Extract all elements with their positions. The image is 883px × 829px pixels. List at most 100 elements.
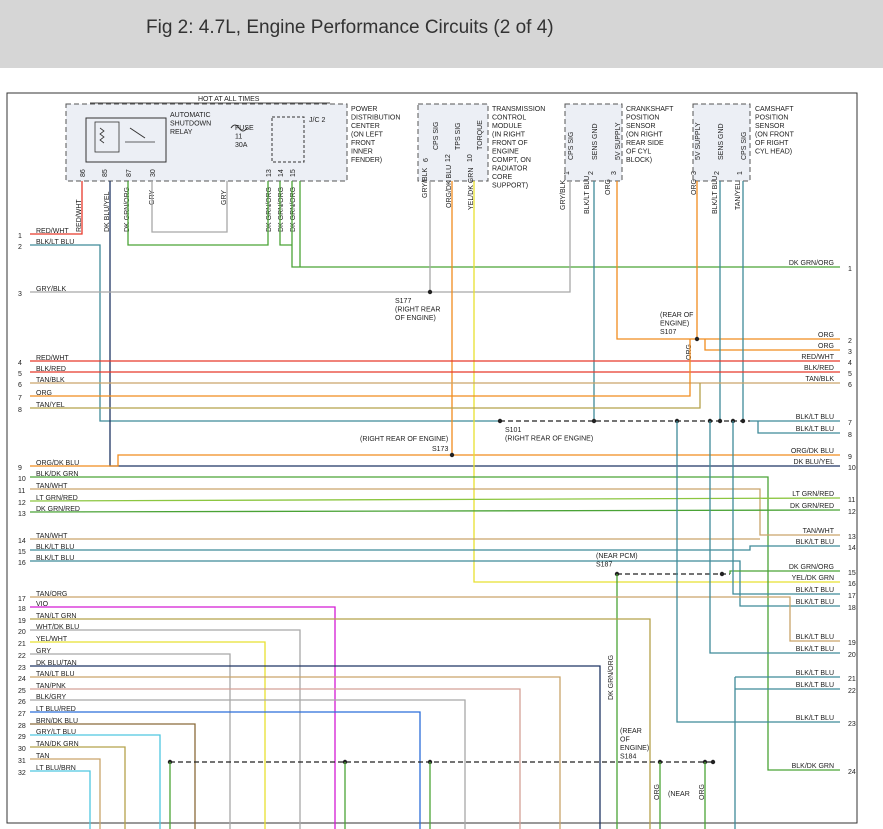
splice-s187-label: S187 bbox=[596, 562, 612, 569]
right-circuit-label-8: BLK/LT BLU bbox=[796, 426, 834, 433]
tcm-pin-name: TORQUE bbox=[477, 120, 484, 150]
fuse-label: FUSE bbox=[235, 125, 254, 132]
splice-s187-label: (NEAR PCM) bbox=[596, 553, 638, 560]
splice-s184-label: (REAR bbox=[620, 728, 642, 735]
splice-s184-label: S184 bbox=[620, 754, 636, 761]
right-circuit-number-19: 19 bbox=[848, 640, 856, 647]
left-circuit-number-12: 12 bbox=[18, 500, 26, 507]
ckp-label: (ON RIGHT bbox=[626, 132, 663, 139]
diagram-frame bbox=[6, 92, 858, 824]
right-circuit-label-23: BLK/LT BLU bbox=[796, 715, 834, 722]
ckp-pin-name: 5V SUPPLY bbox=[615, 122, 622, 160]
wire-dkgrn-org-r15 bbox=[729, 570, 840, 574]
asd-relay-label: RELAY bbox=[170, 129, 193, 136]
right-circuit-label-9: ORG/DK BLU bbox=[791, 448, 834, 455]
vertical-wire-label: DK GRN/ORG bbox=[266, 187, 273, 232]
splice-s101-dot bbox=[591, 418, 597, 424]
wire-gry-30 bbox=[151, 181, 228, 233]
tcm-label: ENGINE bbox=[492, 149, 519, 156]
vertical-wire-label: DK GRN/ORG bbox=[290, 187, 297, 232]
right-circuit-number-17: 17 bbox=[848, 593, 856, 600]
right-circuit-number-18: 18 bbox=[848, 605, 856, 612]
left-circuit-number-1: 1 bbox=[18, 233, 22, 240]
left-circuit-number-30: 30 bbox=[18, 746, 26, 753]
left-circuit-number-8: 8 bbox=[18, 407, 22, 414]
vertical-wire-label: GRY/BLK bbox=[560, 179, 567, 210]
title-bar: Fig 2: 4.7L, Engine Performance Circuits… bbox=[0, 0, 883, 68]
left-circuit-number-6: 6 bbox=[18, 382, 22, 389]
cmp-label: (ON FRONT bbox=[755, 132, 795, 139]
left-circuit-number-23: 23 bbox=[18, 665, 26, 672]
ckp-label: BLOCK) bbox=[626, 157, 652, 164]
left-circuit-number-3: 3 bbox=[18, 291, 22, 298]
right-circuit-number-24: 24 bbox=[848, 769, 856, 776]
vertical-wire-label: DK GRN/ORG bbox=[608, 655, 615, 700]
tcm-pin-name: CPS SIG bbox=[433, 122, 440, 150]
cmp-pin-3: 3 bbox=[691, 171, 698, 175]
wire-ltgrn-red-12 bbox=[29, 497, 841, 502]
jc2-label: J/C 2 bbox=[309, 117, 325, 124]
cmp-pin-2: 2 bbox=[714, 171, 721, 175]
left-circuit-number-2: 2 bbox=[18, 244, 22, 251]
near-label: (NEAR bbox=[668, 791, 690, 798]
hot-at-all-times-label: HOT AT ALL TIMES bbox=[198, 96, 260, 103]
right-circuit-label-6: TAN/BLK bbox=[805, 376, 834, 383]
right-circuit-label-17: BLK/LT BLU bbox=[796, 587, 834, 594]
wire-blk-ltblu-16 bbox=[30, 560, 840, 607]
asd-relay-label: AUTOMATIC bbox=[170, 112, 211, 119]
cmp-pin-1: 1 bbox=[737, 171, 744, 175]
cmp-label: POSITION bbox=[755, 115, 788, 122]
wire-gry-ltblu-29 bbox=[30, 734, 161, 829]
pdc-label: POWER bbox=[351, 106, 377, 113]
tcm-pin-6: 6 bbox=[423, 158, 430, 162]
right-circuit-number-6: 6 bbox=[848, 382, 852, 389]
left-circuit-number-17: 17 bbox=[18, 596, 26, 603]
pdc-label: CENTER bbox=[351, 123, 380, 130]
wire-blk-dkgrn-10 bbox=[30, 476, 840, 771]
pdc-pin-15: 15 bbox=[290, 169, 297, 177]
tcm-label: FRONT OF bbox=[492, 140, 528, 147]
ckp-label: SENSOR bbox=[626, 123, 656, 130]
right-circuit-number-11: 11 bbox=[848, 497, 855, 504]
right-circuit-label-2: ORG bbox=[818, 332, 834, 339]
vertical-wire-label: DK GRN/ORG bbox=[278, 187, 285, 232]
figure-title: Fig 2: 4.7L, Engine Performance Circuits… bbox=[146, 17, 554, 38]
fuse-label: 11 bbox=[235, 134, 242, 141]
tcm-label: SUPPORT) bbox=[492, 183, 528, 190]
splice-s173-label: S173 bbox=[432, 446, 448, 453]
right-circuit-label-15: DK GRN/ORG bbox=[789, 564, 834, 571]
left-circuit-number-13: 13 bbox=[18, 511, 26, 518]
right-circuit-label-22: BLK/LT BLU bbox=[796, 682, 834, 689]
pdc-pin-86: 86 bbox=[80, 169, 87, 177]
wiring-diagram-svg: HOT AT ALL TIMES AUTOMATIC SHUTDOWNRELAY FU… bbox=[6, 92, 858, 829]
splice-s107-label: (REAR OF bbox=[660, 312, 693, 319]
right-circuit-label-16: YEL/DK GRN bbox=[792, 575, 834, 582]
left-circuit-number-28: 28 bbox=[18, 723, 26, 730]
wiring-diagram: HOT AT ALL TIMES AUTOMATIC SHUTDOWN RELAY FU… bbox=[0, 68, 883, 829]
right-circuit-label-13: TAN/WHT bbox=[803, 528, 835, 535]
tcm-label: CORE bbox=[492, 174, 513, 181]
right-circuit-number-1: 1 bbox=[848, 266, 852, 273]
ckp-pin-3: 3 bbox=[611, 171, 618, 175]
right-circuit-label-21: BLK/LT BLU bbox=[796, 670, 834, 677]
left-circuit-number-7: 7 bbox=[18, 395, 22, 402]
wire-yel-dkgrn bbox=[473, 181, 840, 583]
splice-s184-dot bbox=[710, 759, 716, 765]
right-circuit-label-24: BLK/DK GRN bbox=[792, 763, 834, 770]
right-circuit-number-23: 23 bbox=[848, 721, 856, 728]
right-circuit-label-18: BLK/LT BLU bbox=[796, 599, 834, 606]
splice-s184-label: ENGINE) bbox=[620, 745, 649, 752]
wire-blk-ltblu-15 bbox=[30, 545, 840, 551]
right-circuit-number-21: 21 bbox=[848, 676, 856, 683]
splice-s177-label: (RIGHT REAR bbox=[395, 307, 440, 314]
right-circuit-number-22: 22 bbox=[848, 688, 856, 695]
right-circuit-number-16: 16 bbox=[848, 581, 856, 588]
right-circuit-number-5: 5 bbox=[848, 371, 852, 378]
left-circuit-number-27: 27 bbox=[18, 711, 26, 718]
splice-s173-label: (RIGHT REAR OF ENGINE) bbox=[360, 436, 448, 443]
right-circuit-label-3: ORG bbox=[818, 343, 834, 350]
cmp-label: CYL HEAD) bbox=[755, 149, 792, 156]
right-circuit-label-19: BLK/LT BLU bbox=[796, 634, 834, 641]
left-circuit-number-31: 31 bbox=[18, 758, 26, 765]
right-circuit-label-14: BLK/LT BLU bbox=[796, 539, 834, 546]
